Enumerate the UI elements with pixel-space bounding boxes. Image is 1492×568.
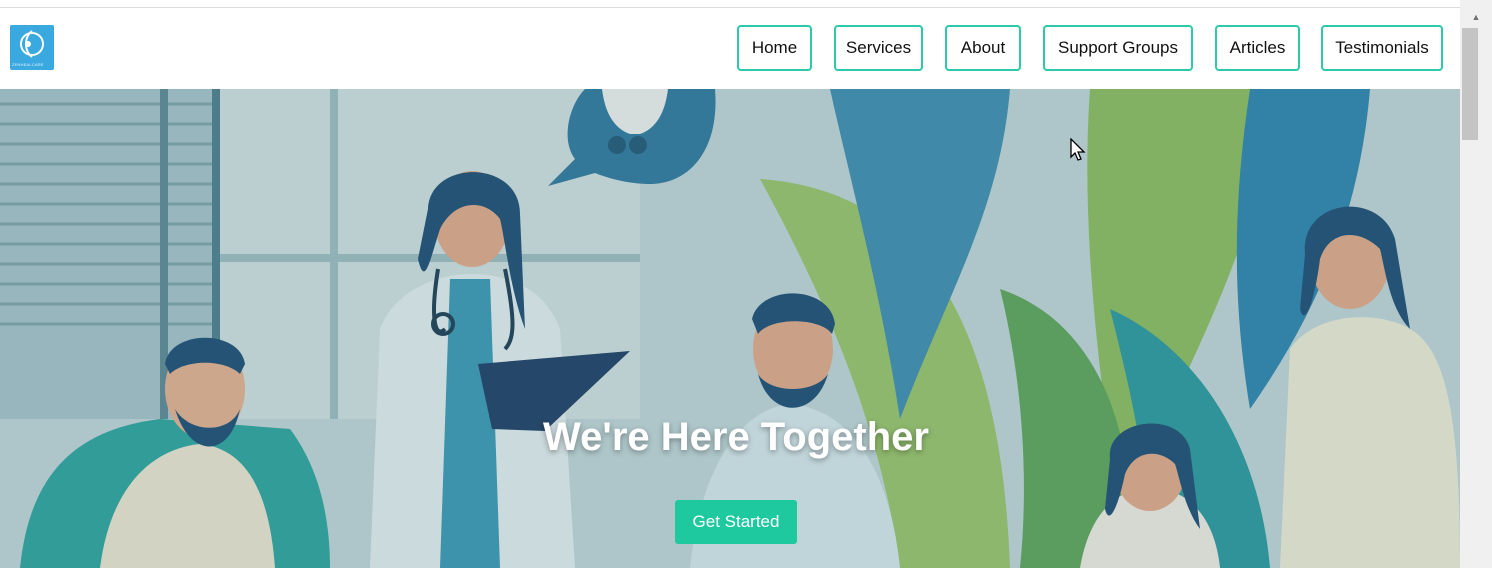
hero-overlay [0, 89, 1460, 568]
scroll-up-arrow-icon[interactable]: ▲ [1460, 8, 1492, 26]
nav-home-button[interactable]: Home [737, 25, 812, 71]
navbar: ZENHEALCARE Home Services About Support … [0, 8, 1460, 89]
get-started-button[interactable]: Get Started [675, 500, 797, 544]
hero-section: We're Here Together Get Started [0, 89, 1460, 568]
nav-about-button[interactable]: About [945, 25, 1021, 71]
scrollbar-thumb[interactable] [1462, 28, 1478, 140]
scrollbar[interactable]: ▲ [1460, 0, 1492, 568]
hero-title: We're Here Together [543, 415, 929, 459]
nav-testimonials-button[interactable]: Testimonials [1321, 25, 1443, 71]
nav-articles-button[interactable]: Articles [1215, 25, 1300, 71]
mouse-cursor-icon [1070, 138, 1086, 161]
nav-services-button[interactable]: Services [834, 25, 923, 71]
browser-top-edge [0, 0, 1460, 8]
nav-links: Home Services About Support Groups Artic… [0, 25, 1460, 71]
nav-support-groups-button[interactable]: Support Groups [1043, 25, 1193, 71]
